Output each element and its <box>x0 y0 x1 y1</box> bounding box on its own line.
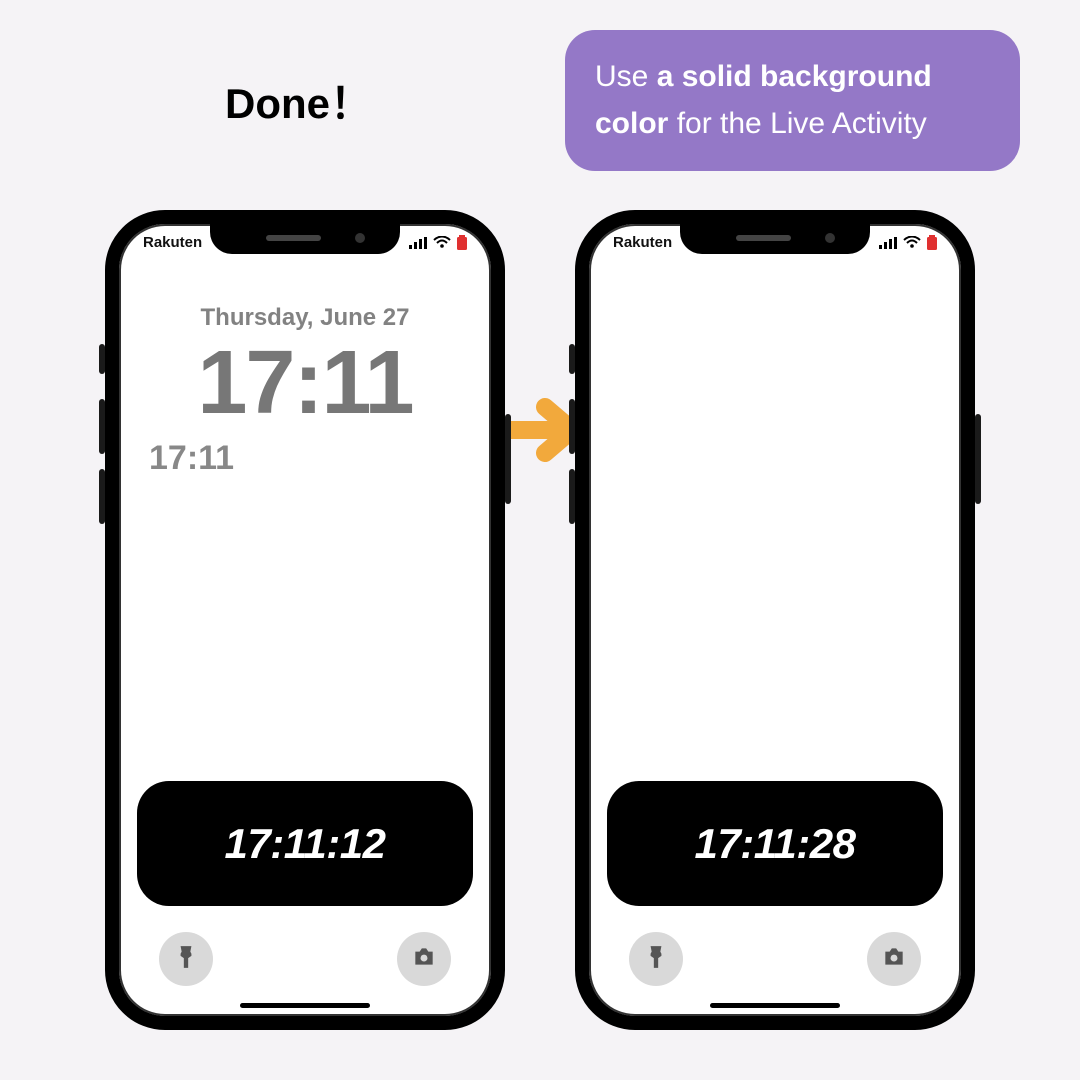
camera-icon <box>411 944 437 975</box>
done-heading: Done！ <box>225 70 372 131</box>
status-bar: Rakuten <box>119 234 491 251</box>
lock-time-small: 17:11 <box>149 439 234 478</box>
live-activity-time: 17:11:12 <box>224 820 385 868</box>
phone-mock-right: Rakuten 17:11:28 <box>575 210 975 1030</box>
wifi-icon <box>903 236 921 249</box>
lock-date: Thursday, June 27 <box>119 304 491 332</box>
volume-up-button <box>569 399 575 454</box>
flashlight-button[interactable] <box>159 932 213 986</box>
tip-pre: Use <box>595 60 657 93</box>
battery-low-icon <box>927 235 937 250</box>
tip-callout: Use a solid background color for the Liv… <box>565 30 1020 171</box>
tip-post: for the Live Activity <box>668 107 926 140</box>
silence-switch <box>99 344 105 374</box>
camera-icon <box>881 944 907 975</box>
flashlight-icon <box>173 944 199 975</box>
home-indicator[interactable] <box>710 1003 840 1008</box>
camera-button[interactable] <box>397 932 451 986</box>
phone-mock-left: Rakuten Thursday, June 27 17: <box>105 210 505 1030</box>
flashlight-button[interactable] <box>629 932 683 986</box>
home-indicator[interactable] <box>240 1003 370 1008</box>
power-button <box>975 414 981 504</box>
volume-down-button <box>99 469 105 524</box>
live-activity-pill[interactable]: 17:11:28 <box>607 781 943 906</box>
volume-up-button <box>99 399 105 454</box>
power-button <box>505 414 511 504</box>
cell-signal-icon <box>409 237 427 249</box>
camera-button[interactable] <box>867 932 921 986</box>
carrier-label: Rakuten <box>613 234 672 251</box>
carrier-label: Rakuten <box>143 234 202 251</box>
cell-signal-icon <box>879 237 897 249</box>
status-bar: Rakuten <box>589 234 961 251</box>
status-indicators <box>409 234 467 251</box>
wifi-icon <box>433 236 451 249</box>
lock-time-large: 17:11 <box>119 332 491 435</box>
flashlight-icon <box>643 944 669 975</box>
battery-low-icon <box>457 235 467 250</box>
status-indicators <box>879 234 937 251</box>
live-activity-time: 17:11:28 <box>694 820 855 868</box>
live-activity-pill[interactable]: 17:11:12 <box>137 781 473 906</box>
silence-switch <box>569 344 575 374</box>
volume-down-button <box>569 469 575 524</box>
